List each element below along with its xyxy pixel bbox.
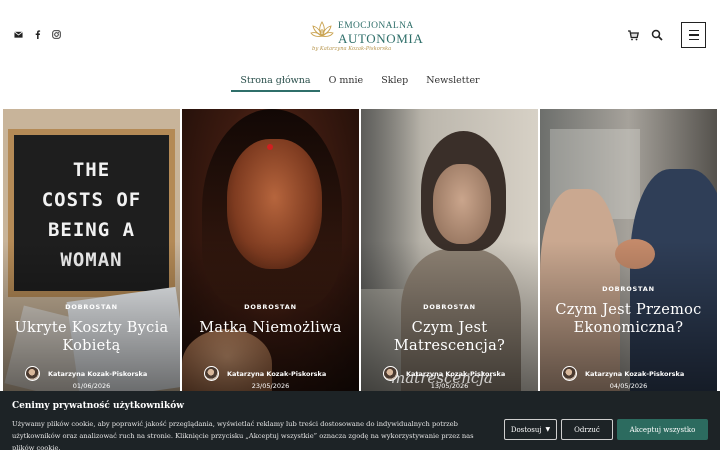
menu-button[interactable] — [681, 22, 706, 48]
post-title[interactable]: Matka Niemożliwa — [188, 319, 353, 337]
post-title[interactable]: Czym Jest Przemoc Ekonomiczna? — [546, 301, 711, 337]
post-category[interactable]: DOBROSTAN — [3, 303, 180, 311]
letterboard-line: COSTS OF — [41, 189, 142, 211]
cookie-consent-bar: Cenimy prywatność użytkowników Używamy p… — [0, 391, 720, 450]
header-tools — [627, 22, 706, 48]
post-card[interactable]: DOBROSTAN Matka Niemożliwa Katarzyna Koz… — [182, 109, 359, 391]
post-author[interactable]: Katarzyna Kozak-Piskorska — [383, 366, 505, 381]
author-name: Katarzyna Kozak-Piskorska — [406, 369, 506, 378]
post-category[interactable]: DOBROSTAN — [361, 303, 538, 311]
nav-item-home[interactable]: Strona główna — [231, 75, 320, 92]
customize-button[interactable]: Dostosuj ▼ — [504, 419, 557, 440]
site-logo[interactable]: EMOCJONALNA AUTONOMIA by Katarzyna Kozak… — [310, 18, 424, 56]
lotus-logo-icon — [310, 21, 334, 37]
avatar — [562, 366, 577, 381]
menu-icon-bar — [688, 34, 699, 36]
reject-button[interactable]: Odrzuć — [561, 419, 613, 440]
post-image-detail — [433, 164, 491, 244]
letterboard-line: THE — [72, 159, 111, 181]
post-author[interactable]: Katarzyna Kozak-Piskorska — [562, 366, 684, 381]
cookie-description: Używamy plików cookie, aby poprawić jako… — [12, 420, 474, 450]
search-icon[interactable] — [651, 29, 663, 41]
avatar — [25, 366, 40, 381]
avatar — [204, 366, 219, 381]
customize-label: Dostosuj — [510, 425, 542, 434]
cart-icon[interactable] — [627, 29, 639, 41]
post-author[interactable]: Katarzyna Kozak-Piskorska — [204, 366, 326, 381]
logo-tagline: by Katarzyna Kozak-Piskorska — [312, 46, 392, 52]
logo-line-2: AUTONOMIA — [338, 31, 424, 46]
site-header: EMOCJONALNA AUTONOMIA by Katarzyna Kozak… — [0, 0, 720, 106]
post-date: 01/06/2026 — [72, 382, 111, 390]
instagram-icon[interactable] — [52, 30, 61, 39]
post-author[interactable]: Katarzyna Kozak-Piskorska — [25, 366, 147, 381]
accept-all-button[interactable]: Akceptuj wszystko — [617, 419, 708, 440]
logo-line-1: EMOCJONALNA — [338, 21, 414, 31]
cookie-title: Cenimy prywatność użytkowników — [12, 401, 184, 411]
post-date: 04/05/2026 — [609, 382, 648, 390]
author-name: Katarzyna Kozak-Piskorska — [585, 369, 685, 378]
post-grid: THECOSTS OFBEING AWOMAN DOBROSTAN Ukryte… — [0, 109, 720, 391]
author-name: Katarzyna Kozak-Piskorska — [227, 369, 327, 378]
post-card[interactable]: DOBROSTAN Czym Jest Przemoc Ekonomiczna?… — [540, 109, 717, 391]
nav-item-newsletter[interactable]: Newsletter — [417, 75, 488, 90]
post-category[interactable]: DOBROSTAN — [182, 303, 359, 311]
author-name: Katarzyna Kozak-Piskorska — [48, 369, 148, 378]
nav-item-about[interactable]: O mnie — [320, 75, 373, 90]
post-card[interactable]: matrescencja DOBROSTAN Czym Jest Matresc… — [361, 109, 538, 391]
menu-icon — [688, 29, 699, 32]
post-title[interactable]: Ukryte Koszty Bycia Kobietą — [9, 319, 174, 355]
nav-item-shop[interactable]: Sklep — [372, 75, 417, 90]
chevron-down-icon: ▼ — [545, 426, 551, 433]
post-title[interactable]: Czym Jest Matrescencja? — [367, 319, 532, 355]
menu-icon-bar — [688, 38, 699, 41]
post-date: 13/05/2026 — [430, 382, 469, 390]
post-category[interactable]: DOBROSTAN — [540, 285, 717, 293]
social-links — [14, 30, 61, 39]
post-image-detail — [267, 144, 273, 150]
avatar — [383, 366, 398, 381]
post-date: 23/05/2026 — [251, 382, 290, 390]
mail-icon[interactable] — [14, 30, 23, 39]
facebook-icon[interactable] — [33, 30, 42, 39]
post-card[interactable]: THECOSTS OFBEING AWOMAN DOBROSTAN Ukryte… — [3, 109, 180, 391]
main-nav: Strona główna O mnie Sklep Newsletter — [0, 75, 720, 92]
